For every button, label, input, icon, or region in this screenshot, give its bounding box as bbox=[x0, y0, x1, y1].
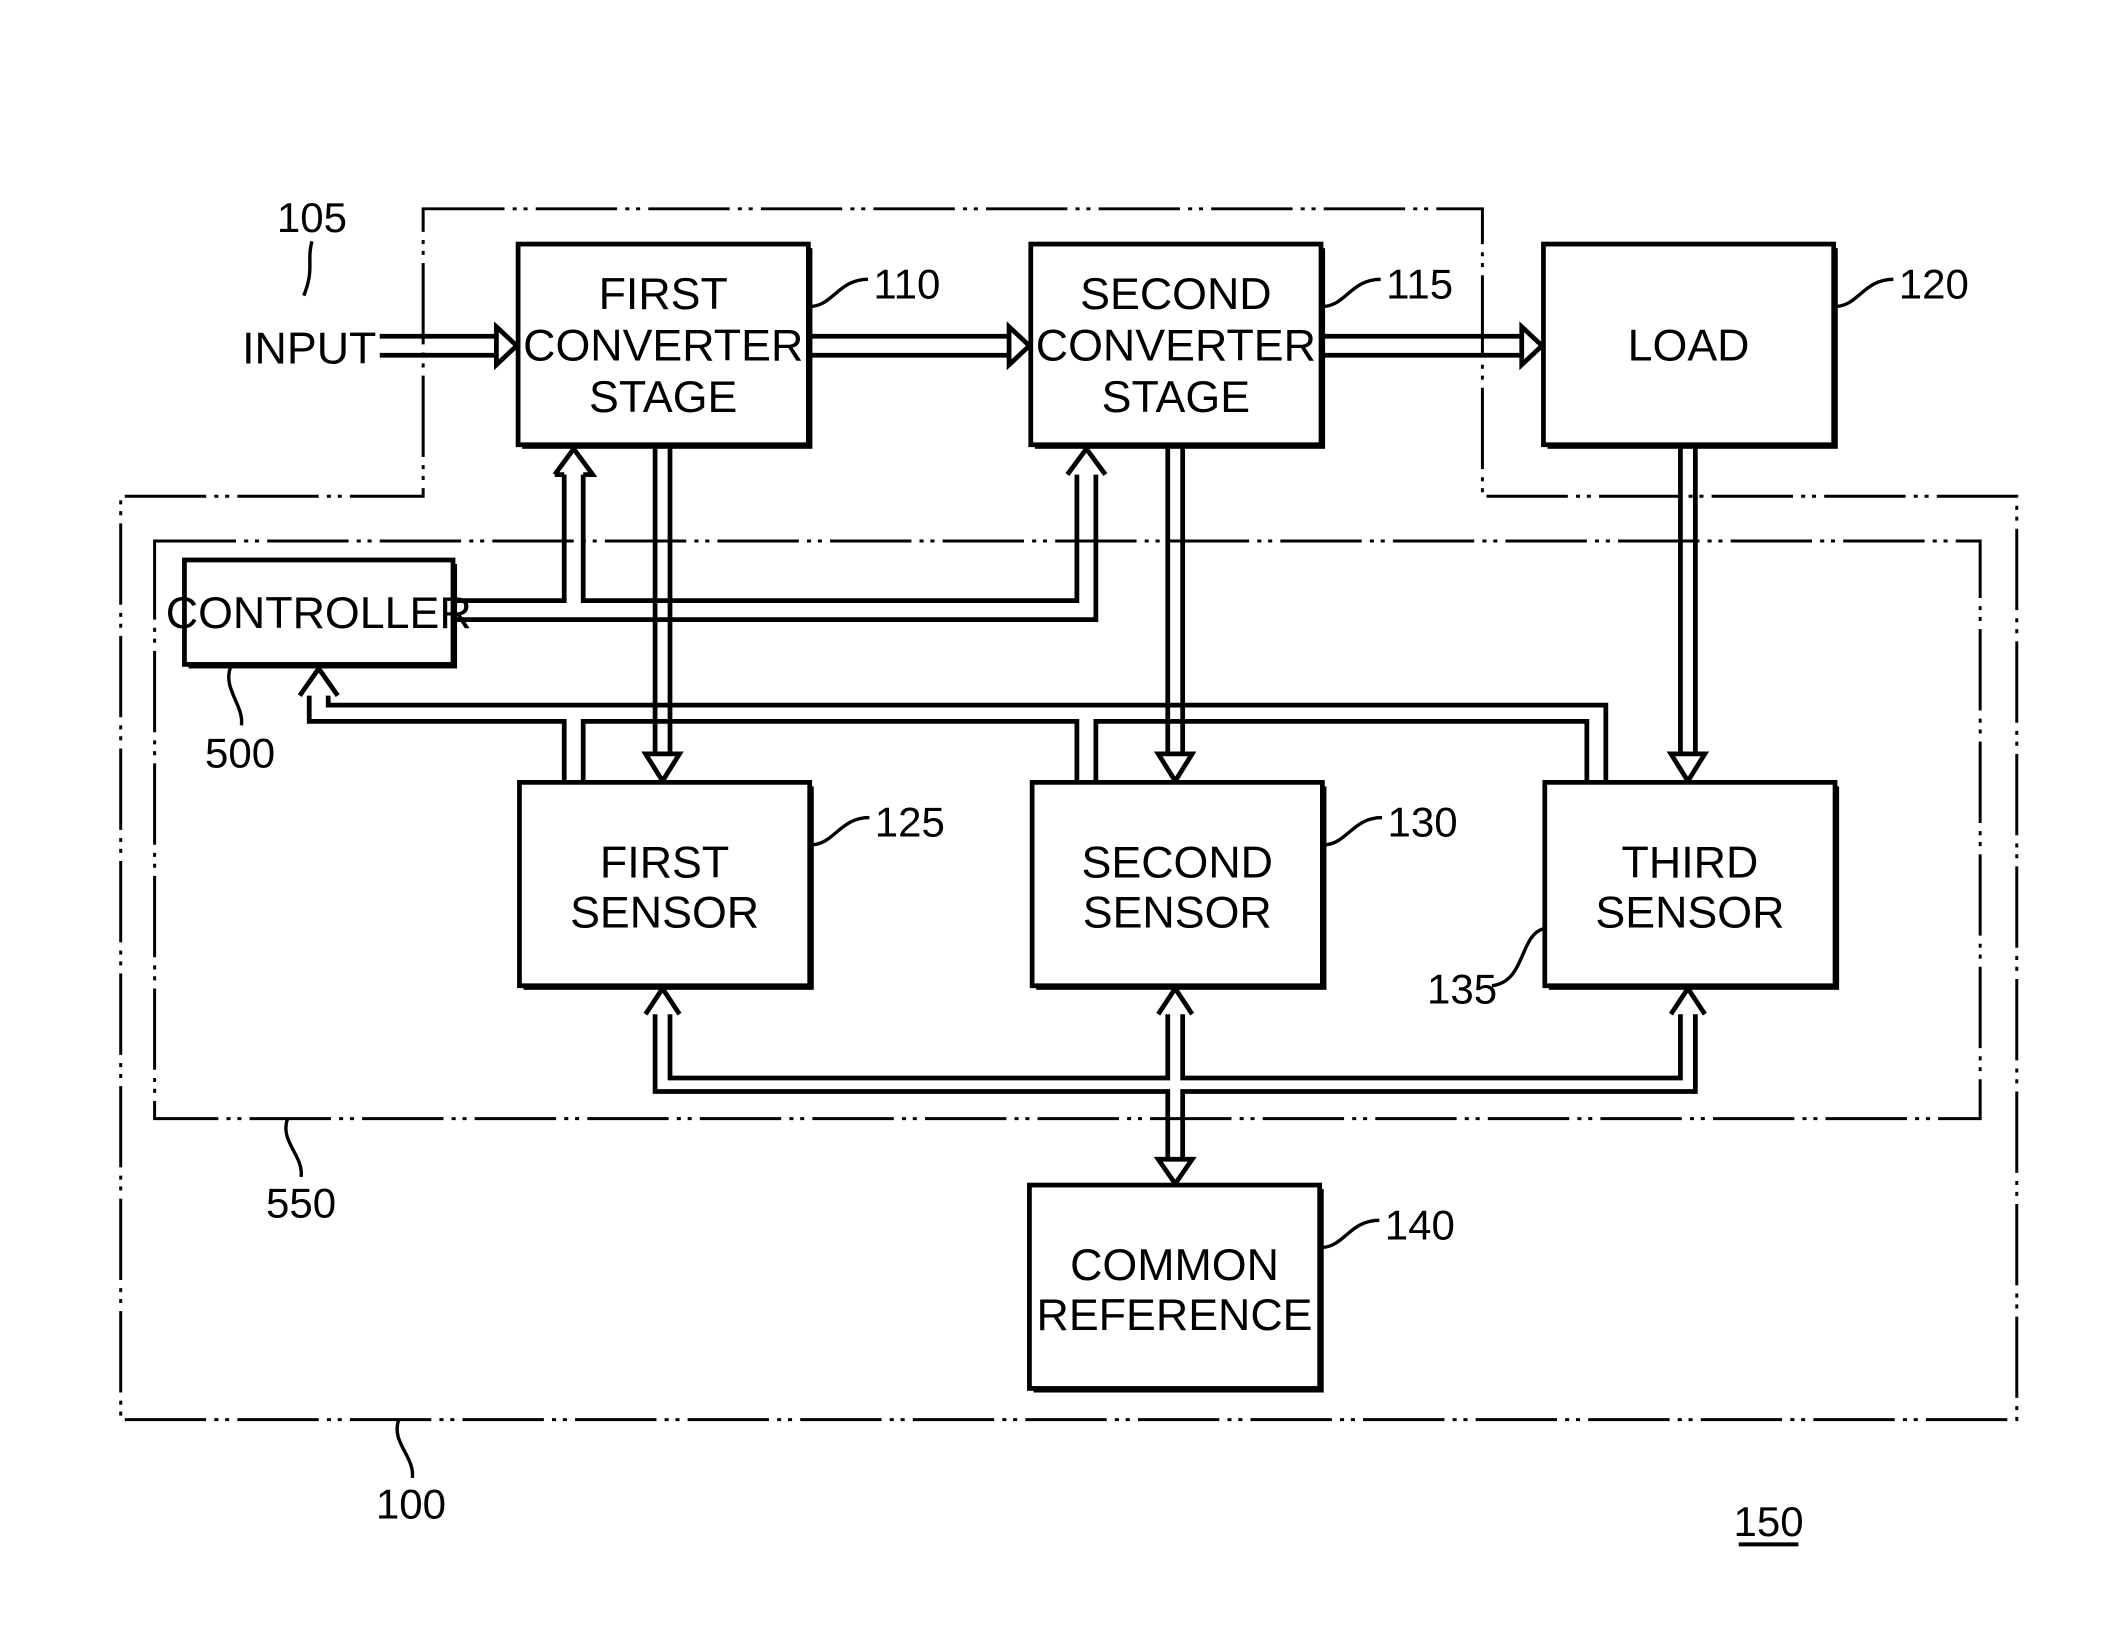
svg-text:130: 130 bbox=[1387, 799, 1457, 846]
ref-130: 130 bbox=[1323, 799, 1458, 847]
bus-second-converter-to-second-sensor bbox=[1153, 447, 1197, 786]
svg-text:120: 120 bbox=[1899, 260, 1969, 307]
second-converter-stage-block[interactable]: SECOND CONVERTER STAGE bbox=[1028, 241, 1326, 449]
ref-500: 500 bbox=[205, 666, 275, 776]
first-converter-stage-block[interactable]: FIRST CONVERTER STAGE bbox=[515, 241, 813, 449]
svg-text:150: 150 bbox=[1734, 1498, 1804, 1545]
second-converter-line-3: STAGE bbox=[1102, 372, 1250, 422]
bus-common-reference-to-sensors bbox=[643, 984, 1707, 1188]
second-sensor-line-2: SENSOR bbox=[1083, 887, 1272, 937]
svg-text:125: 125 bbox=[875, 799, 945, 846]
third-sensor-block[interactable]: THIRD SENSOR bbox=[1542, 779, 1840, 990]
svg-text:140: 140 bbox=[1385, 1201, 1455, 1248]
second-converter-line-1: SECOND bbox=[1080, 269, 1271, 319]
first-converter-line-2: CONVERTER bbox=[523, 321, 803, 371]
controller-block[interactable]: CONTROLLER bbox=[166, 557, 472, 669]
common-reference-line-1: COMMON bbox=[1070, 1240, 1279, 1290]
bus-input-to-first-converter bbox=[379, 321, 521, 371]
load-label: LOAD bbox=[1628, 321, 1750, 371]
second-converter-line-2: CONVERTER bbox=[1036, 321, 1316, 371]
bus-first-to-second-converter bbox=[811, 321, 1033, 371]
block-diagram: FIRST CONVERTER STAGE SECOND CONVERTER S… bbox=[119, 194, 2019, 1547]
svg-text:550: 550 bbox=[266, 1180, 336, 1227]
svg-text:500: 500 bbox=[205, 729, 275, 776]
second-sensor-block[interactable]: SECOND SENSOR bbox=[1029, 779, 1327, 990]
svg-text:100: 100 bbox=[376, 1481, 446, 1528]
ref-105: 105 bbox=[277, 194, 347, 297]
ref-125: 125 bbox=[810, 799, 945, 847]
common-reference-block[interactable]: COMMON REFERENCE bbox=[1027, 1182, 1324, 1393]
first-converter-line-1: FIRST bbox=[599, 269, 728, 319]
bus-second-converter-to-load bbox=[1323, 321, 1546, 371]
ref-135: 135 bbox=[1427, 927, 1545, 1012]
figure-ref-150: 150 bbox=[1734, 1498, 1804, 1547]
svg-text:115: 115 bbox=[1386, 260, 1453, 307]
first-converter-line-3: STAGE bbox=[589, 372, 737, 422]
ref-120: 120 bbox=[1834, 260, 1969, 309]
ref-115: 115 bbox=[1322, 260, 1453, 309]
svg-text:135: 135 bbox=[1427, 965, 1497, 1012]
svg-text:110: 110 bbox=[873, 260, 940, 307]
first-sensor-block[interactable]: FIRST SENSOR bbox=[517, 779, 814, 990]
first-sensor-line-2: SENSOR bbox=[570, 887, 759, 937]
controller-label: CONTROLLER bbox=[166, 588, 472, 638]
common-reference-line-2: REFERENCE bbox=[1037, 1290, 1313, 1340]
ref-550: 550 bbox=[266, 1118, 336, 1227]
ref-140: 140 bbox=[1320, 1201, 1455, 1250]
third-sensor-line-1: THIRD bbox=[1622, 837, 1759, 887]
bus-sensors-to-controller bbox=[297, 664, 1609, 782]
load-block[interactable]: LOAD bbox=[1541, 241, 1838, 449]
second-sensor-line-1: SECOND bbox=[1082, 837, 1273, 887]
bus-controller-to-converters bbox=[455, 444, 1108, 623]
svg-text:105: 105 bbox=[277, 194, 347, 241]
third-sensor-line-2: SENSOR bbox=[1595, 887, 1784, 937]
bus-first-converter-to-first-sensor bbox=[641, 447, 684, 786]
ref-100: 100 bbox=[376, 1419, 446, 1528]
first-sensor-line-1: FIRST bbox=[600, 837, 729, 887]
ref-110: 110 bbox=[809, 260, 940, 309]
input-label: INPUT bbox=[242, 323, 376, 373]
